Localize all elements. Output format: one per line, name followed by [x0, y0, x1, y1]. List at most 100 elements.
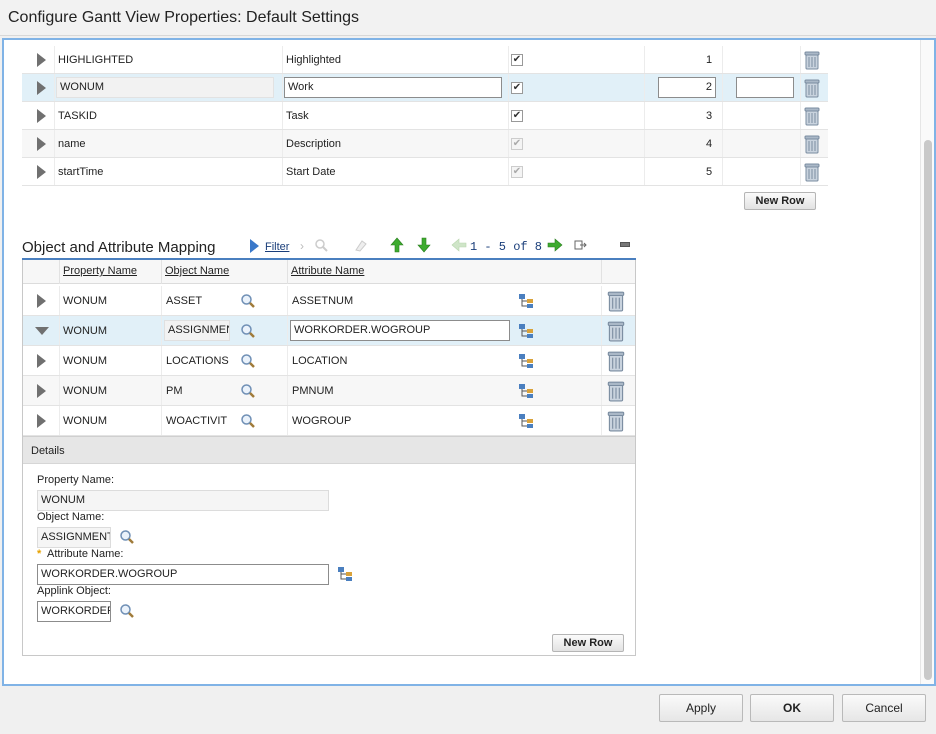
search-icon[interactable] [119, 529, 135, 545]
chevron-right-icon: › [300, 239, 304, 253]
order-cell: 3 [706, 110, 713, 122]
dialog-title: Configure Gantt View Properties: Default… [8, 9, 359, 26]
attribute-input[interactable]: WORKORDER.WOGROUP [290, 320, 510, 341]
attribute-cell: PMNUM [292, 385, 334, 397]
expand-row-icon[interactable] [37, 53, 46, 67]
expand-row-icon[interactable] [37, 384, 46, 398]
collapse-row-icon[interactable] [35, 327, 49, 335]
order-value: 2 [705, 81, 712, 93]
delete-row-icon[interactable] [804, 134, 820, 154]
attribute-cell: LOCATION [292, 355, 348, 367]
filter-link[interactable]: Filter [265, 241, 289, 253]
ok-button[interactable]: OK [750, 694, 834, 722]
required-marker: * [37, 548, 42, 560]
search-icon[interactable] [240, 353, 256, 369]
table-row[interactable]: WONUM WOACTIVIT WOGROUP [23, 406, 635, 436]
table-row[interactable]: WONUM ASSIGNMEN WORKORDER.WOGROUP [23, 316, 635, 346]
section-title: Object and Attribute Mapping [22, 239, 216, 256]
mapping-table: Property Name Object Name Attribute Name… [22, 260, 636, 656]
column-header-property[interactable]: Property Name [63, 265, 137, 277]
table-row[interactable]: WONUM Work ✔ 2 [22, 74, 828, 102]
label-cell: Highlighted [286, 54, 342, 66]
details-title: Details [31, 445, 65, 457]
collapse-section-icon[interactable] [620, 242, 630, 247]
attribute-field: WONUM [56, 77, 274, 98]
delete-row-icon[interactable] [804, 106, 820, 126]
extra-input[interactable] [736, 77, 794, 98]
attribute-lookup-icon[interactable] [518, 383, 536, 399]
property-cell: WONUM [63, 325, 107, 337]
search-icon[interactable] [240, 293, 256, 309]
attribute-name-label: Attribute Name: [47, 548, 124, 560]
scrollbar-thumb[interactable] [924, 140, 932, 680]
table-row[interactable]: WONUM ASSET ASSETNUM [23, 286, 635, 316]
table-row[interactable]: HIGHLIGHTED Highlighted ✔ 1 [22, 46, 828, 74]
attribute-lookup-icon[interactable] [518, 353, 536, 369]
details-header: Details [23, 436, 635, 464]
delete-row-icon[interactable] [607, 350, 625, 372]
arrow-down-icon[interactable] [416, 237, 432, 256]
object-cell: LOCATIONS [166, 355, 229, 367]
delete-row-icon[interactable] [607, 410, 625, 432]
label-cell: Description [286, 138, 342, 150]
delete-row-icon[interactable] [804, 50, 820, 70]
attribute-lookup-icon[interactable] [518, 413, 536, 429]
search-icon[interactable] [240, 383, 256, 399]
search-icon[interactable] [240, 413, 256, 429]
attribute-name-input[interactable]: WORKORDER.WOGROUP [37, 564, 329, 585]
delete-row-icon[interactable] [607, 380, 625, 402]
expand-row-icon[interactable] [37, 354, 46, 368]
delete-row-icon[interactable] [804, 162, 820, 182]
download-icon[interactable] [574, 239, 588, 254]
filter-toggle-icon[interactable] [250, 239, 259, 253]
applink-object-input[interactable]: WORKORDER [37, 601, 111, 622]
delete-row-icon[interactable] [607, 320, 625, 342]
order-cell: 1 [706, 54, 713, 66]
cancel-button[interactable]: Cancel [842, 694, 926, 722]
table-row[interactable]: WONUM PM PMNUM [23, 376, 635, 406]
property-name-field: WONUM [37, 490, 329, 511]
attribute-cell: HIGHLIGHTED [58, 54, 134, 66]
visible-checkbox: ✔ [511, 138, 523, 150]
expand-row-icon[interactable] [37, 294, 46, 308]
apply-button[interactable]: Apply [659, 694, 743, 722]
expand-row-icon[interactable] [37, 81, 46, 95]
new-row-button[interactable]: New Row [744, 192, 816, 210]
attribute-cell: ASSETNUM [292, 295, 354, 307]
table-row[interactable]: TASKID Task ✔ 3 [22, 102, 828, 130]
visible-checkbox[interactable]: ✔ [511, 110, 523, 122]
delete-row-icon[interactable] [607, 290, 625, 312]
previous-page-icon [451, 237, 467, 256]
new-row-button[interactable]: New Row [552, 634, 624, 652]
table-row[interactable]: WONUM LOCATIONS LOCATION [23, 346, 635, 376]
arrow-up-icon[interactable] [389, 237, 405, 256]
object-field: ASSIGNMEN [164, 320, 230, 341]
vertical-scrollbar[interactable] [920, 40, 934, 684]
expand-row-icon[interactable] [37, 109, 46, 123]
visible-checkbox: ✔ [511, 166, 523, 178]
delete-row-icon[interactable] [804, 78, 820, 98]
visible-checkbox[interactable]: ✔ [511, 54, 523, 66]
visible-checkbox[interactable]: ✔ [511, 82, 523, 94]
expand-row-icon[interactable] [37, 165, 46, 179]
table-row[interactable]: name Description ✔ 4 [22, 130, 828, 158]
search-icon[interactable] [240, 323, 256, 339]
applink-object-label: Applink Object: [37, 585, 111, 597]
expand-row-icon[interactable] [37, 137, 46, 151]
attribute-cell: name [58, 138, 86, 150]
next-page-icon[interactable] [547, 237, 563, 256]
column-header-attribute[interactable]: Attribute Name [291, 265, 364, 277]
properties-table: HIGHLIGHTED Highlighted ✔ 1 WONUM Work ✔… [22, 46, 828, 188]
search-icon[interactable] [119, 603, 135, 619]
table-row[interactable]: startTime Start Date ✔ 5 [22, 158, 828, 186]
attribute-lookup-icon[interactable] [337, 566, 355, 582]
order-input[interactable]: 2 [658, 77, 716, 98]
property-cell: WONUM [63, 415, 107, 427]
clear-filter-icon [354, 238, 368, 255]
expand-row-icon[interactable] [37, 414, 46, 428]
label-cell: Task [286, 110, 309, 122]
label-input[interactable]: Work [284, 77, 502, 98]
attribute-lookup-icon[interactable] [518, 323, 536, 339]
attribute-lookup-icon[interactable] [518, 293, 536, 309]
column-header-object[interactable]: Object Name [165, 265, 229, 277]
